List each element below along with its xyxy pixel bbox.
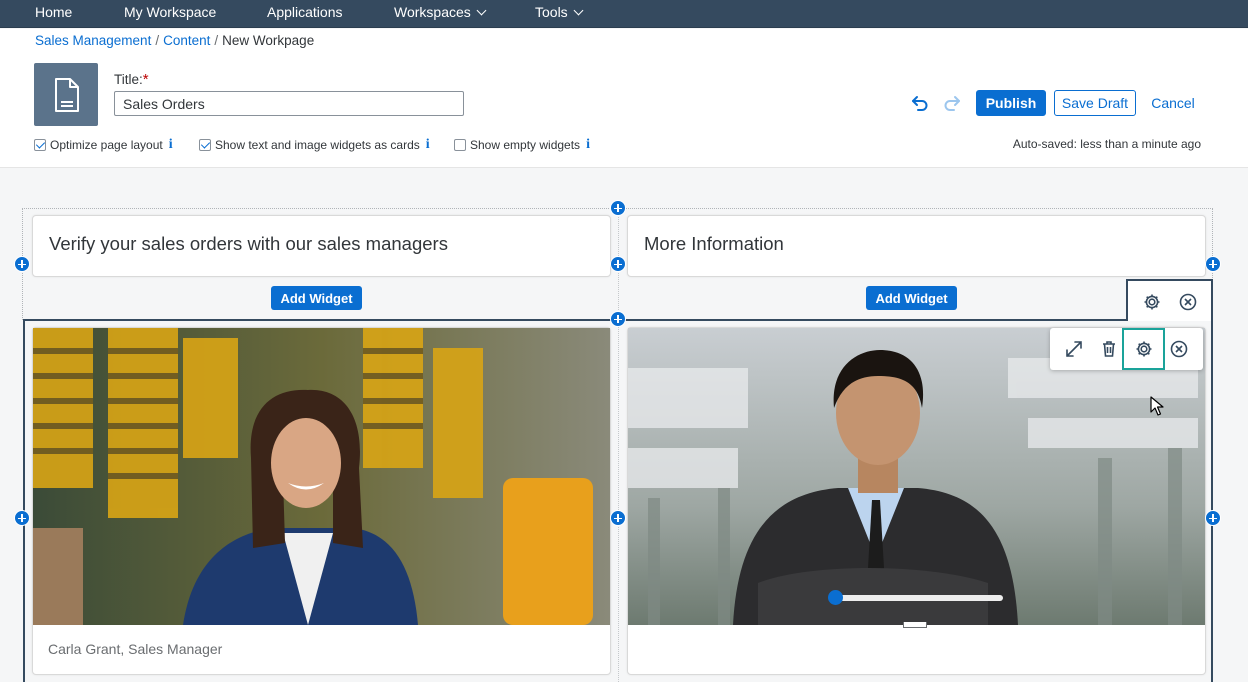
option-label: Show empty widgets: [470, 138, 581, 152]
breadcrumb-separator: /: [155, 33, 160, 48]
save-draft-button[interactable]: Save Draft: [1054, 90, 1136, 116]
trash-icon[interactable]: [1099, 339, 1119, 364]
undo-icon[interactable]: [911, 93, 929, 116]
nav-item-label: Workspaces: [394, 4, 471, 20]
title-label-text: Title:: [114, 72, 143, 87]
nav-item-workspaces[interactable]: Workspaces: [394, 4, 487, 20]
info-icon[interactable]: i: [426, 137, 430, 153]
close-circle-icon[interactable]: [1178, 292, 1198, 317]
text-widget-card[interactable]: Verify your sales orders with our sales …: [32, 215, 611, 277]
nav-item-home[interactable]: Home: [35, 4, 72, 20]
expand-icon[interactable]: [1064, 339, 1084, 364]
publish-button[interactable]: Publish: [976, 90, 1046, 116]
image-resize-slider-track[interactable]: [833, 595, 1003, 601]
add-column-icon[interactable]: [14, 510, 30, 526]
cancel-button[interactable]: Cancel: [1144, 90, 1202, 116]
focus-highlight: [1122, 328, 1165, 370]
required-indicator: *: [142, 71, 149, 88]
checkbox[interactable]: [34, 139, 46, 151]
nav-item-my-workspace[interactable]: My Workspace: [124, 4, 216, 20]
nav-item-label: Tools: [535, 4, 568, 20]
person-photo: [628, 328, 1205, 625]
breadcrumb-separator: /: [214, 33, 219, 48]
checkbox[interactable]: [199, 139, 211, 151]
option-optimize-layout[interactable]: Optimize page layout i: [34, 137, 173, 153]
add-column-icon[interactable]: [14, 256, 30, 272]
nav-item-applications[interactable]: Applications: [267, 4, 343, 20]
option-show-empty-widgets[interactable]: Show empty widgets i: [454, 137, 590, 153]
option-show-as-cards[interactable]: Show text and image widgets as cards i: [199, 137, 430, 153]
text-widget-card[interactable]: More Information: [627, 215, 1206, 277]
document-icon: [34, 63, 98, 126]
info-icon[interactable]: i: [169, 137, 173, 153]
sales-manager-photo: [33, 328, 610, 625]
autosave-status: Auto-saved: less than a minute ago: [1012, 137, 1201, 151]
add-widget-button[interactable]: Add Widget: [271, 286, 362, 310]
breadcrumb-current: New Workpage: [222, 33, 315, 48]
add-column-icon[interactable]: [1205, 510, 1221, 526]
page-header: Sales Management / Content / New Workpage Ti…: [0, 29, 1248, 168]
image-resize-slider-handle[interactable]: [828, 590, 843, 605]
nav-item-tools[interactable]: Tools: [535, 4, 584, 20]
option-label: Show text and image widgets as cards: [215, 138, 420, 152]
title-label: Title:*: [114, 71, 149, 88]
image-caption: Carla Grant, Sales Manager: [48, 641, 223, 657]
checkbox[interactable]: [454, 139, 466, 151]
nav-item-label: Applications: [267, 4, 343, 20]
add-column-icon[interactable]: [1205, 256, 1221, 272]
info-icon[interactable]: i: [586, 137, 590, 153]
chevron-down-icon: [573, 5, 584, 16]
card-title: Verify your sales orders with our sales …: [49, 233, 448, 254]
add-section-icon[interactable]: [610, 311, 626, 327]
add-widget-button[interactable]: Add Widget: [866, 286, 957, 310]
image-widget-card[interactable]: [32, 327, 611, 675]
top-navigation-bar: Home My Workspace Applications Workspace…: [0, 0, 1248, 28]
breadcrumb-link-content[interactable]: Content: [163, 33, 210, 48]
section-toolbar: [1126, 279, 1213, 321]
option-label: Optimize page layout: [50, 138, 163, 152]
nav-item-label: Home: [35, 4, 73, 20]
title-input[interactable]: [114, 91, 464, 116]
gear-icon[interactable]: [1142, 292, 1162, 317]
breadcrumb: Sales Management / Content / New Workpage: [35, 33, 314, 48]
redo-icon[interactable]: [943, 93, 961, 116]
resize-handle[interactable]: [903, 622, 927, 628]
add-section-icon[interactable]: [610, 200, 626, 216]
add-column-icon[interactable]: [610, 510, 626, 526]
close-circle-icon[interactable]: [1169, 339, 1189, 364]
card-title: More Information: [644, 233, 784, 254]
nav-item-label: My Workspace: [124, 4, 217, 20]
add-column-icon[interactable]: [610, 256, 626, 272]
chevron-down-icon: [476, 5, 487, 16]
mouse-cursor-icon: [1150, 396, 1164, 421]
breadcrumb-link-sales-management[interactable]: Sales Management: [35, 33, 151, 48]
